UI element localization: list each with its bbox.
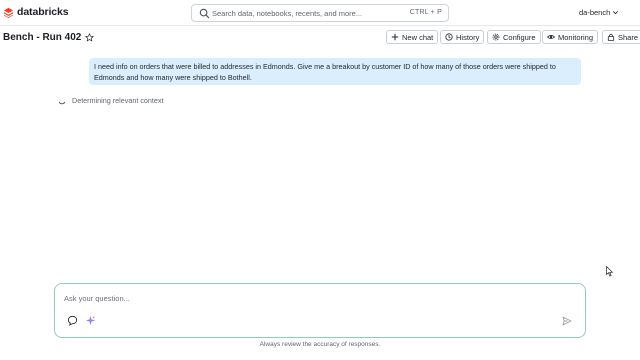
star-icon[interactable] xyxy=(85,33,94,42)
disclaimer-text: Always review the accuracy of responses. xyxy=(259,341,381,348)
status-text: Determining relevant context xyxy=(72,96,164,105)
chevron-down-icon xyxy=(613,11,619,15)
workspace-switcher[interactable]: da-bench xyxy=(579,8,619,17)
lock-icon xyxy=(607,33,615,41)
question-input[interactable]: Ask your question... xyxy=(64,294,130,303)
databricks-logo-icon xyxy=(3,7,14,18)
top-bar: databricks Search data, notebooks, recen… xyxy=(0,0,640,26)
configure-button[interactable]: Configure xyxy=(487,30,541,44)
configure-label: Configure xyxy=(503,32,536,42)
comment-icon[interactable] xyxy=(67,315,78,326)
status-indicator: Determining relevant context xyxy=(58,96,164,105)
workspace-name: da-bench xyxy=(579,8,611,17)
history-label: History xyxy=(456,32,480,42)
user-message: I need info on orders that were billed t… xyxy=(89,58,581,85)
eye-icon xyxy=(547,35,555,39)
logo-text: databricks xyxy=(17,6,69,18)
gear-icon xyxy=(492,33,500,41)
new-chat-label: New chat xyxy=(402,32,434,42)
sparkle-icon[interactable] xyxy=(85,315,96,326)
history-button[interactable]: History xyxy=(440,30,485,44)
send-icon[interactable] xyxy=(562,316,572,326)
global-search-input[interactable]: Search data, notebooks, recents, and mor… xyxy=(191,4,449,22)
page-title: Bench - Run 402 xyxy=(3,32,82,43)
new-chat-button[interactable]: New chat xyxy=(386,30,439,44)
monitoring-button[interactable]: Monitoring xyxy=(542,30,599,44)
share-label: Share xyxy=(618,32,639,42)
search-placeholder: Search data, notebooks, recents, and mor… xyxy=(212,9,363,18)
spinner-icon xyxy=(58,101,66,104)
search-icon xyxy=(199,8,210,19)
monitoring-label: Monitoring xyxy=(558,32,594,42)
mouse-cursor-icon xyxy=(606,266,614,277)
plus-icon xyxy=(391,33,399,41)
question-composer[interactable]: Ask your question... xyxy=(54,283,586,338)
databricks-logo[interactable]: databricks xyxy=(3,6,69,18)
search-shortcut: CTRL + P xyxy=(409,9,442,16)
history-icon xyxy=(445,33,453,41)
share-button[interactable]: Share xyxy=(602,30,640,44)
